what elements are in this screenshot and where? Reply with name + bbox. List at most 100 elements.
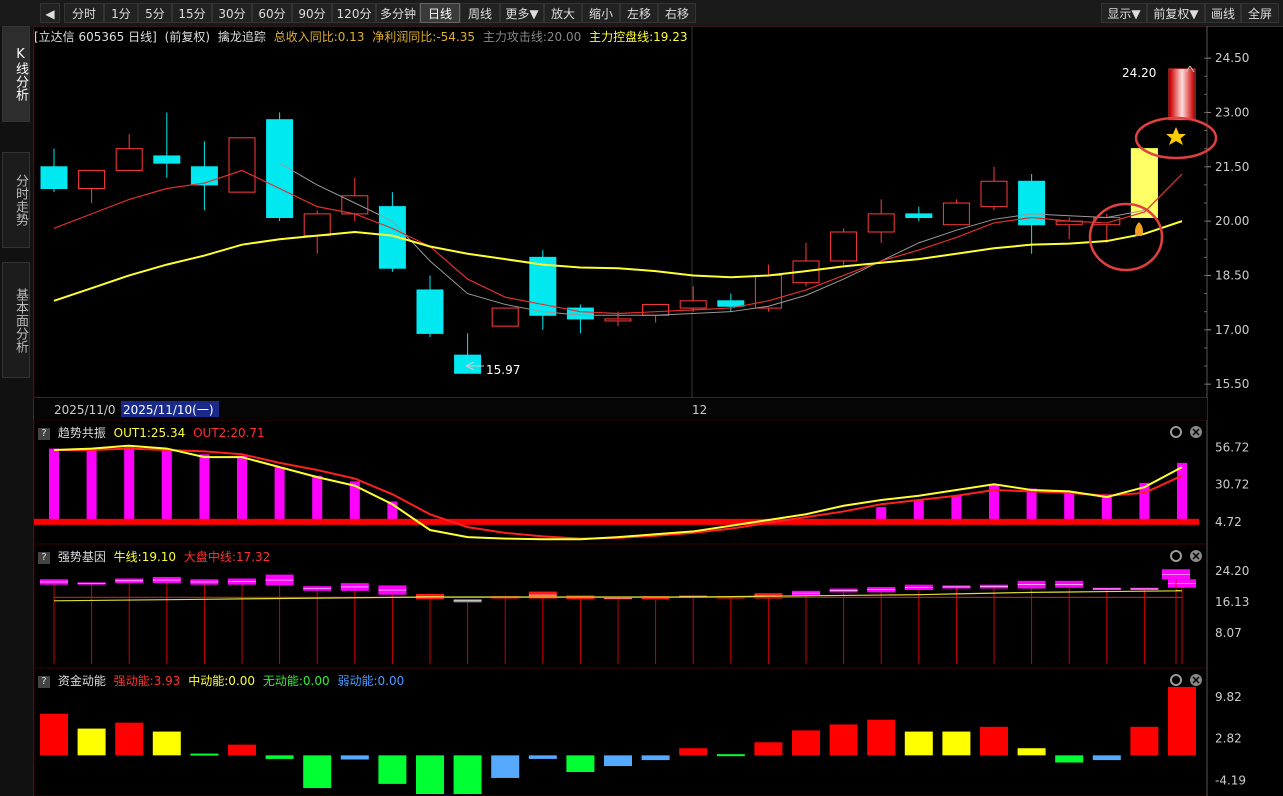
fund-bar [980, 726, 1008, 756]
trend-out2-line [54, 447, 1183, 540]
fund-bar [1017, 748, 1046, 756]
fund-bar [1168, 686, 1196, 756]
fund-bar [152, 731, 181, 756]
fund-bar [942, 731, 971, 756]
panel-frame-1 [33, 419, 1208, 545]
high-price-label: 24.20 [1122, 66, 1156, 80]
fund-bar [40, 713, 68, 756]
trend-y-label: 4.72 [1215, 515, 1242, 529]
low-price-label: 15.97 [486, 363, 520, 377]
panel-frame-2 [33, 543, 1208, 669]
date-label-1: 2025/11/0 [54, 403, 116, 417]
trend-bar [1101, 494, 1112, 522]
trend-bar [274, 467, 285, 522]
ma-yellow-line [53, 220, 1183, 302]
trend-baseline [34, 518, 1199, 525]
fund-bar [491, 755, 520, 778]
fund-bar [303, 755, 332, 789]
candle-down [905, 213, 933, 218]
candle-down [153, 155, 181, 164]
fund-bar [679, 748, 708, 756]
date-label-2: 2025/11/10(一) [123, 403, 214, 417]
star-icon [1166, 127, 1186, 145]
candle-up [679, 300, 707, 309]
trend-y-label: 56.72 [1215, 441, 1249, 455]
trend-bar [86, 448, 97, 522]
trend-bar [913, 500, 924, 522]
trend-y-label: 30.72 [1215, 478, 1249, 492]
candle-up [830, 231, 858, 262]
candle-up [491, 307, 519, 327]
fund-bar [716, 754, 745, 757]
trend-bar [199, 454, 210, 522]
gene-y-label: 24.20 [1215, 564, 1249, 578]
gear-icon [1170, 674, 1182, 686]
fund-bar [1055, 755, 1084, 763]
trend-bar [49, 448, 59, 522]
trend-bar [951, 495, 962, 522]
candle-down [416, 289, 444, 334]
candle-limit-up [1170, 68, 1194, 120]
gene-y-label: 8.07 [1215, 626, 1242, 640]
fund-bar [904, 731, 933, 756]
fund-bar [754, 742, 783, 756]
y-label: 24.50 [1215, 51, 1249, 65]
fund-bar [190, 753, 219, 756]
fund-y-label: -4.19 [1215, 773, 1246, 787]
fund-bar [340, 755, 369, 760]
trend-bar [1177, 462, 1187, 522]
ma-gray-line [279, 162, 1145, 316]
candle-up [942, 202, 970, 226]
trend-bar [1026, 488, 1037, 522]
y-label: 21.50 [1215, 160, 1249, 174]
gene-y-label: 16.13 [1215, 595, 1249, 609]
candle-up [604, 318, 632, 322]
fund-bar [378, 755, 407, 784]
fund-bar [792, 730, 820, 756]
fund-bar [115, 722, 144, 756]
candle-up [867, 213, 895, 233]
candle-down [717, 300, 745, 307]
fund-bar [604, 755, 632, 767]
month-label: 12 [692, 403, 707, 417]
panel-frame-3 [33, 667, 1208, 796]
gear-icon [1170, 426, 1182, 438]
y-label: 15.50 [1215, 377, 1249, 391]
charts-canvas[interactable]: 2025/11/0 2025/11/10(一) 12 24.50 23.00 21.50 2… [0, 0, 1283, 796]
candle-down [454, 354, 482, 374]
candle-down [40, 166, 68, 190]
candle-up [980, 180, 1008, 208]
candle-down [190, 166, 218, 186]
fund-bar [453, 755, 482, 794]
rocket-icon [1135, 222, 1143, 236]
candle-up [642, 303, 670, 316]
y-label: 17.00 [1215, 323, 1249, 337]
fund-bar [829, 724, 858, 756]
fund-bar [641, 755, 670, 761]
gear-icon [1170, 550, 1182, 562]
fund-bar [867, 719, 896, 756]
fund-bar [1130, 726, 1159, 756]
candle-up [78, 169, 106, 190]
trend-bar [237, 455, 247, 522]
trend-bar [124, 447, 135, 522]
fund-bar [1092, 755, 1121, 761]
trend-bar [312, 475, 323, 522]
fund-bar [77, 728, 106, 756]
trend-bar [1064, 492, 1075, 522]
y-label: 18.50 [1215, 268, 1249, 282]
fund-bar [228, 744, 256, 756]
candle-up [228, 137, 256, 193]
trend-out1-line [53, 444, 1183, 541]
y-label: 23.00 [1215, 105, 1249, 119]
ma-red-line [53, 169, 1183, 315]
y-label: 20.00 [1215, 214, 1249, 228]
candle-up [1093, 217, 1121, 226]
fund-bar [528, 755, 557, 759]
fund-bar [566, 755, 595, 772]
fund-bar [416, 755, 444, 794]
candle-up [303, 213, 331, 237]
fund-y-label: 2.82 [1215, 732, 1242, 746]
fund-y-label: 9.82 [1215, 690, 1242, 704]
candle-up [115, 148, 143, 171]
